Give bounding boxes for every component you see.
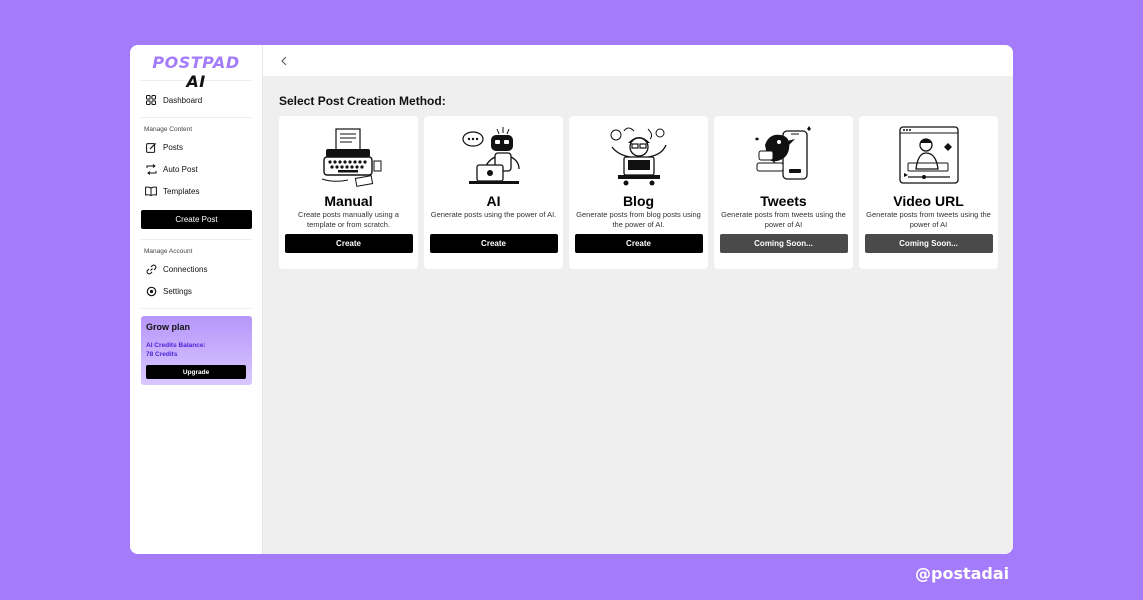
sidebar-item-label: Settings <box>163 286 192 296</box>
sidebar-item-posts[interactable]: Posts <box>141 136 251 158</box>
plan-card: Grow plan AI Credits Balance: 78 Credits… <box>141 316 252 385</box>
card-title: Video URL <box>893 193 964 209</box>
card-description: Generate posts using the power of AI. <box>430 210 557 219</box>
sidebar-item-connections[interactable]: Connections <box>141 258 251 280</box>
edit-icon <box>145 141 157 153</box>
sidebar-item-label: Templates <box>163 186 200 196</box>
book-icon <box>145 185 157 197</box>
method-card-tweets: Tweets Generate posts from tweets using … <box>714 116 853 269</box>
brand-name: POSTPAD <box>152 53 240 72</box>
main-area: Select Post Creation Method: Manual Crea… <box>263 45 1013 554</box>
video-player-icon <box>898 126 959 184</box>
sidebar-item-label: Posts <box>163 142 184 152</box>
sidebar-item-label: Connections <box>163 264 208 274</box>
sidebar: POSTPAD AI Dashboard Manage Content Post… <box>130 45 263 554</box>
create-ai-button[interactable]: Create <box>429 234 558 253</box>
sidebar-item-dashboard[interactable]: Dashboard <box>141 89 251 111</box>
top-bar <box>263 45 1013 76</box>
sidebar-item-settings[interactable]: Settings <box>141 280 251 302</box>
create-manual-button[interactable]: Create <box>284 234 413 253</box>
create-blog-button[interactable]: Create <box>574 234 703 253</box>
repeat-icon <box>145 163 157 175</box>
content: Select Post Creation Method: Manual Crea… <box>263 76 1013 287</box>
upgrade-button[interactable]: Upgrade <box>146 365 246 379</box>
method-cards: Manual Create posts manually using a tem… <box>279 116 998 269</box>
tweets-coming-soon-button[interactable]: Coming Soon... <box>719 234 848 253</box>
link-icon <box>145 263 157 275</box>
robot-icon <box>461 127 520 184</box>
video-url-coming-soon-button[interactable]: Coming Soon... <box>864 234 993 253</box>
brand-suffix: AI <box>186 72 206 91</box>
card-title: Tweets <box>760 193 807 209</box>
divider <box>141 117 251 118</box>
blogger-icon <box>610 127 667 186</box>
credits-value: 78 Credits <box>146 351 178 358</box>
method-card-blog: Blog Generate posts from blog posts usin… <box>569 116 708 269</box>
bird-phone-icon <box>754 126 811 180</box>
sidebar-item-label: Dashboard <box>163 95 203 105</box>
card-title: AI <box>486 193 501 209</box>
method-card-video-url: Video URL Generate posts from tweets usi… <box>859 116 998 269</box>
divider <box>141 239 251 240</box>
gear-icon <box>145 285 157 297</box>
section-label-manage-account: Manage Account <box>144 248 193 255</box>
method-card-ai: AI Generate posts using the power of AI.… <box>424 116 563 269</box>
sidebar-item-templates[interactable]: Templates <box>141 180 251 202</box>
chevron-left-icon[interactable] <box>277 54 291 68</box>
card-description: Create posts manually using a template o… <box>298 210 399 229</box>
card-description: Generate posts from tweets using the pow… <box>721 210 846 229</box>
credits-balance: AI Credits Balance: 78 Credits <box>146 341 247 359</box>
card-title: Manual <box>324 193 373 209</box>
card-title: Blog <box>622 193 655 209</box>
plan-title: Grow plan <box>146 322 191 332</box>
card-description: Generate posts from blog posts using the… <box>576 210 701 229</box>
app-window: POSTPAD AI Dashboard Manage Content Post… <box>130 45 1013 554</box>
grid-icon <box>145 94 157 106</box>
credits-label: AI Credits Balance: <box>146 342 206 349</box>
sidebar-item-auto-post[interactable]: Auto Post <box>141 158 251 180</box>
brand-logo[interactable]: POSTPAD AI <box>141 45 251 91</box>
typewriter-icon <box>321 128 381 187</box>
method-card-manual: Manual Create posts manually using a tem… <box>279 116 418 269</box>
card-description: Generate posts from tweets using the pow… <box>866 210 991 229</box>
page-title: Select Post Creation Method: <box>279 94 446 108</box>
sidebar-item-label: Auto Post <box>163 164 198 174</box>
social-handle: @postadai <box>915 564 1010 583</box>
section-label-manage-content: Manage Content <box>144 126 193 133</box>
create-post-button[interactable]: Create Post <box>141 210 252 229</box>
divider <box>141 308 251 309</box>
